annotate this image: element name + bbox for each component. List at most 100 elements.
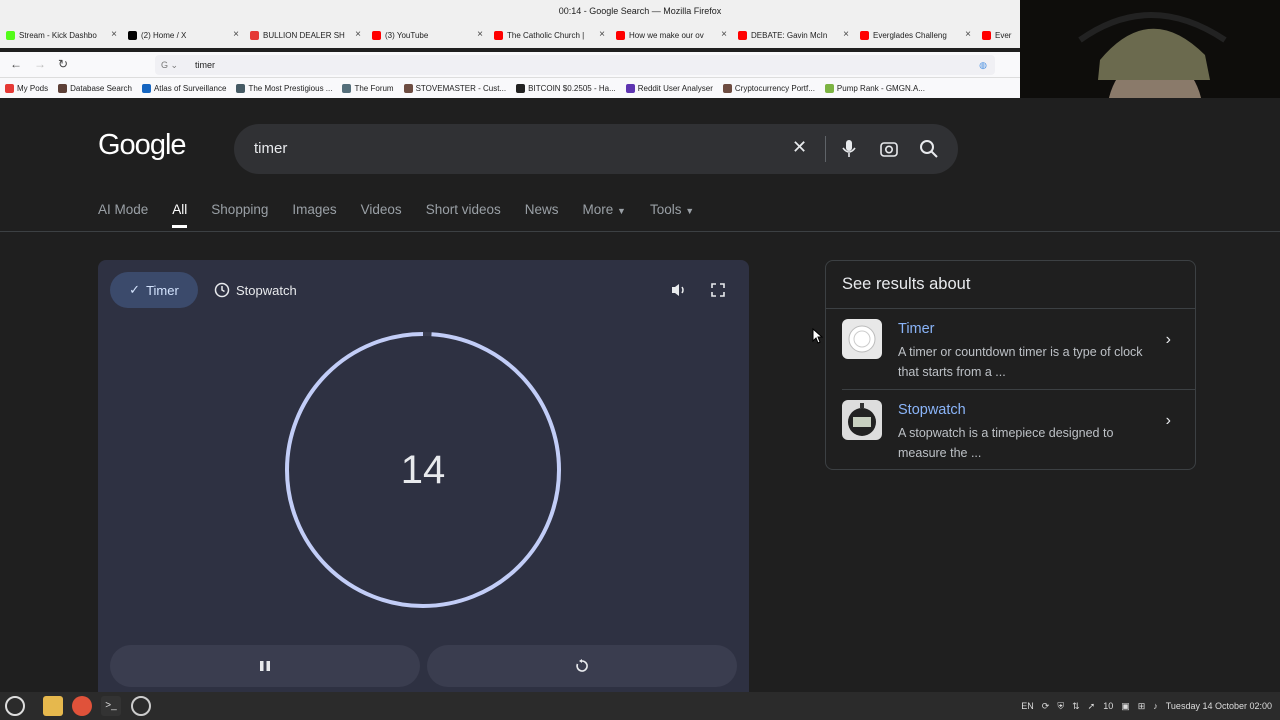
- search-engine-icon[interactable]: G ⌄: [161, 55, 178, 75]
- lens-camera-icon[interactable]: [879, 139, 899, 159]
- bookmark-icon: [625, 83, 635, 93]
- bookmark-icon: [516, 83, 526, 93]
- volume-icon[interactable]: [670, 282, 688, 298]
- close-tab-icon[interactable]: ×: [843, 29, 849, 40]
- tab-favicon: [250, 30, 259, 40]
- tab-favicon: [738, 30, 747, 40]
- tab-more[interactable]: More ▼: [583, 202, 626, 228]
- bookmark-icon: [58, 83, 68, 93]
- timer-mode-button[interactable]: ✓ Timer: [110, 272, 198, 308]
- tab-label: Stream - Kick Dashbo: [19, 30, 97, 40]
- bookmark-item[interactable]: STOVEMASTER - Cust...: [399, 83, 512, 93]
- bookmark-item[interactable]: My Pods: [0, 83, 53, 93]
- pause-button[interactable]: [110, 645, 420, 687]
- search-box[interactable]: timer ✕: [234, 124, 958, 174]
- bookmark-item[interactable]: Cryptocurrency Portf...: [718, 83, 820, 93]
- tab-label: (3) YouTube: [385, 30, 429, 40]
- globe-icon[interactable]: ◍: [979, 55, 987, 75]
- lan-icon[interactable]: ⊞: [1138, 701, 1146, 712]
- close-tab-icon[interactable]: ×: [599, 29, 605, 40]
- search-divider: [825, 136, 826, 162]
- stopwatch-thumbnail-image: [848, 403, 876, 436]
- tab-label: How we make our ov: [629, 30, 704, 40]
- bookmark-label: Cryptocurrency Portf...: [734, 83, 815, 93]
- clear-icon[interactable]: ✕: [792, 137, 807, 158]
- bookmark-icon: [5, 83, 14, 93]
- bookmark-item[interactable]: Database Search: [53, 83, 137, 93]
- browser-tab[interactable]: (2) Home / X ×: [122, 22, 244, 48]
- bookmark-item[interactable]: Reddit User Analyser: [621, 83, 718, 93]
- result-title[interactable]: Stopwatch: [898, 402, 966, 418]
- terminal-icon[interactable]: >_: [101, 696, 121, 716]
- bookmark-icon: [722, 83, 732, 93]
- tab-label: BULLION DEALER SH: [263, 30, 345, 40]
- url-input[interactable]: G ⌄ timer ◍: [155, 55, 995, 75]
- bookmark-item[interactable]: The Most Prestigious ...: [231, 83, 337, 93]
- bookmark-item[interactable]: The Forum: [337, 83, 398, 93]
- bookmark-icon: [236, 83, 246, 93]
- close-tab-icon[interactable]: ×: [477, 29, 483, 40]
- google-logo[interactable]: Google: [98, 129, 187, 162]
- bookmark-label: Atlas of Surveillance: [153, 83, 227, 93]
- firefox-icon[interactable]: [72, 696, 92, 716]
- browser-tab[interactable]: How we make our ov ×: [610, 22, 732, 48]
- speaker-icon[interactable]: ♪: [1153, 701, 1158, 711]
- keyboard-language[interactable]: EN: [1021, 701, 1034, 711]
- tab-images[interactable]: Images: [292, 202, 336, 228]
- clock[interactable]: Tuesday 14 October 02:00: [1166, 701, 1272, 711]
- browser-tab[interactable]: BULLION DEALER SH ×: [244, 22, 366, 48]
- result-item-timer[interactable]: Timer A timer or countdown timer is a ty…: [826, 309, 1195, 389]
- bookmark-label: Reddit User Analyser: [637, 83, 713, 93]
- security-icon[interactable]: ⛨: [1057, 701, 1064, 712]
- bookmark-item[interactable]: BITCOIN $0.2505 - Ha...: [511, 83, 621, 93]
- tab-all[interactable]: All: [172, 202, 188, 228]
- close-tab-icon[interactable]: ×: [965, 29, 971, 40]
- forward-icon[interactable]: →: [34, 57, 46, 71]
- pause-icon: [260, 661, 270, 671]
- system-tray: EN ⟳ ⛨ ⇅ ➚ 10 ▣ ⊞ ♪ Tuesday 14 October 0…: [1021, 692, 1272, 720]
- browser-tab[interactable]: (3) YouTube ×: [366, 22, 488, 48]
- fullscreen-icon[interactable]: [710, 282, 726, 298]
- browser-tab[interactable]: The Catholic Church | ×: [488, 22, 610, 48]
- rocket-icon[interactable]: ➚: [1088, 701, 1096, 712]
- search-icon[interactable]: [919, 139, 939, 159]
- start-menu-icon[interactable]: [5, 696, 25, 716]
- result-item-stopwatch[interactable]: Stopwatch A stopwatch is a timepiece des…: [826, 390, 1195, 470]
- microphone-icon[interactable]: [841, 139, 857, 159]
- tab-ai-mode[interactable]: AI Mode: [98, 202, 148, 228]
- network-icon[interactable]: ⇅: [1072, 701, 1080, 712]
- result-title[interactable]: Timer: [898, 321, 935, 337]
- search-input[interactable]: timer: [254, 140, 287, 157]
- close-tab-icon[interactable]: ×: [355, 29, 361, 40]
- tab-news[interactable]: News: [525, 202, 559, 228]
- tab-label: The Catholic Church |: [507, 30, 585, 40]
- tab-shopping[interactable]: Shopping: [211, 202, 268, 228]
- tab-short-videos[interactable]: Short videos: [426, 202, 501, 228]
- stopwatch-mode-button[interactable]: Stopwatch: [214, 272, 297, 308]
- bookmark-item[interactable]: Atlas of Surveillance: [137, 83, 231, 93]
- reload-icon[interactable]: ↻: [58, 57, 68, 71]
- file-manager-icon[interactable]: [43, 696, 63, 716]
- close-tab-icon[interactable]: ×: [111, 29, 117, 40]
- browser-tab[interactable]: Stream - Kick Dashbo ×: [0, 22, 122, 48]
- tab-videos[interactable]: Videos: [361, 202, 402, 228]
- obs-icon[interactable]: [131, 696, 151, 716]
- update-icon[interactable]: ⟳: [1042, 701, 1050, 712]
- browser-tab[interactable]: DEBATE: Gavin McIn ×: [732, 22, 854, 48]
- clipboard-icon[interactable]: ▣: [1121, 701, 1130, 712]
- tab-label: Ever: [995, 30, 1012, 40]
- reset-button[interactable]: [427, 645, 737, 687]
- close-tab-icon[interactable]: ×: [233, 29, 239, 40]
- browser-tab[interactable]: Ever: [976, 22, 1020, 48]
- bookmark-label: BITCOIN $0.2505 - Ha...: [528, 83, 616, 93]
- result-description: A stopwatch is a timepiece designed to m…: [898, 426, 1114, 460]
- url-text: timer: [195, 60, 215, 70]
- bookmark-label: The Forum: [354, 83, 394, 93]
- bookmark-item[interactable]: Pump Rank - GMGN.A...: [820, 83, 930, 93]
- back-icon[interactable]: ←: [10, 57, 22, 71]
- close-tab-icon[interactable]: ×: [721, 29, 727, 40]
- browser-tab[interactable]: Everglades Challeng ×: [854, 22, 976, 48]
- check-icon: ✓: [129, 282, 141, 297]
- tab-tools[interactable]: Tools ▼: [650, 202, 694, 228]
- taskbar: >_ EN ⟳ ⛨ ⇅ ➚ 10 ▣ ⊞ ♪ Tuesday 14 Octobe…: [0, 692, 1280, 720]
